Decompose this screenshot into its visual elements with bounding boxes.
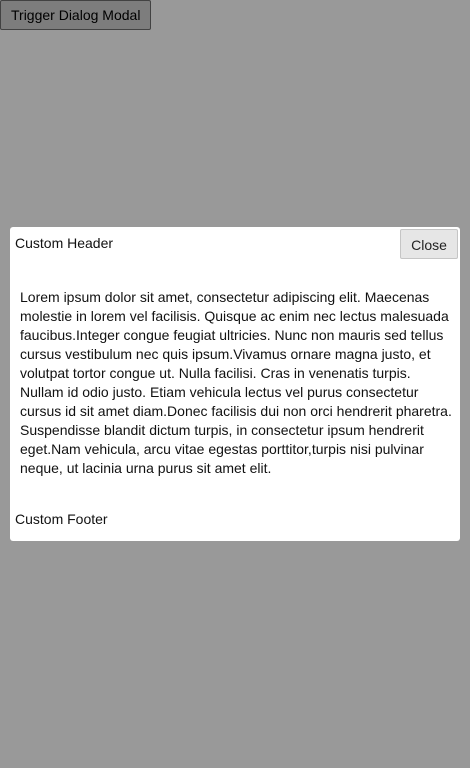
dialog-footer: Custom Footer <box>15 511 108 527</box>
close-button[interactable]: Close <box>400 229 458 259</box>
dialog-header: Custom Header Close <box>10 227 460 275</box>
dialog-body-text: Lorem ipsum dolor sit amet, consectetur … <box>20 289 452 476</box>
dialog-header-title: Custom Header <box>15 235 114 251</box>
dialog-modal: Custom Header Close Lorem ipsum dolor si… <box>10 227 460 541</box>
app-page: Trigger Dialog Modal Custom Header Close… <box>0 0 470 768</box>
